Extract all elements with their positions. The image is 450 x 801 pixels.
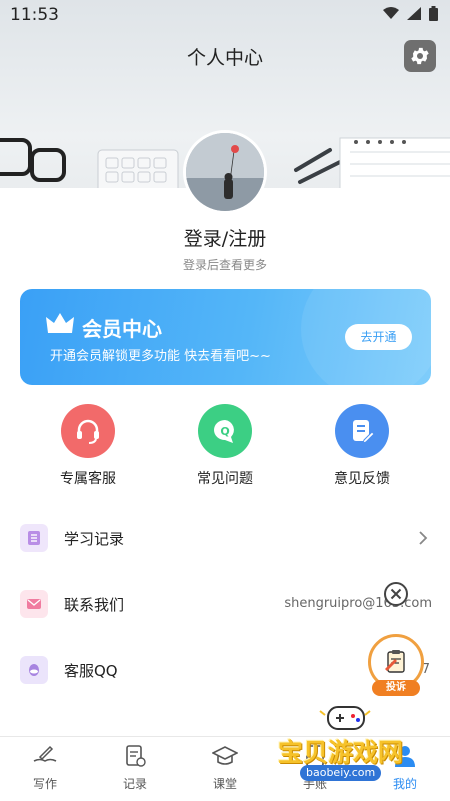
graduation-cap-icon — [211, 746, 239, 765]
watermark-url: baobeiy.com — [300, 765, 382, 781]
status-time: 11:53 — [10, 5, 59, 25]
avatar[interactable] — [183, 130, 267, 214]
wifi-icon — [383, 7, 399, 19]
gear-icon — [411, 47, 429, 65]
edit-document-icon — [335, 404, 389, 458]
quick-action-label: 专属客服 — [60, 471, 116, 487]
complain-label: 投诉 — [372, 680, 420, 696]
page-title: 个人中心 — [186, 47, 263, 69]
vip-banner[interactable]: 会员中心 开通会员解锁更多功能 快去看看吧~~ 去开通 — [20, 289, 431, 385]
settings-button[interactable] — [404, 40, 436, 72]
status-icons — [383, 6, 438, 21]
chevron-right-icon — [419, 531, 428, 545]
watermark-text: 宝贝游戏网 — [278, 738, 404, 767]
battery-icon — [429, 6, 438, 21]
quick-action-label: 意见反馈 — [334, 471, 390, 487]
close-float-icon[interactable] — [383, 581, 409, 607]
tab-label: 记录 — [122, 777, 147, 791]
mail-icon — [20, 590, 48, 618]
open-vip-button[interactable]: 去开通 — [345, 324, 412, 350]
menu-row-study-records[interactable]: 学习记录 — [0, 516, 450, 562]
quick-action-feedback[interactable]: 意见反馈 — [307, 404, 417, 488]
status-bar: 11:53 — [0, 0, 450, 30]
site-watermark: 宝贝游戏网 baobeiy.com — [272, 703, 422, 793]
question-chat-icon: Q — [198, 404, 252, 458]
tab-records[interactable]: 记录 — [100, 743, 170, 792]
menu-row-label: 客服QQ — [64, 662, 118, 680]
quick-action-label: 常见问题 — [197, 471, 253, 487]
login-register-link[interactable]: 登录/注册 — [0, 224, 450, 251]
crown-icon — [46, 313, 74, 333]
contact-email: shengruipro@163.com — [284, 596, 432, 611]
qq-icon — [20, 656, 48, 684]
vip-subtitle: 开通会员解锁更多功能 快去看看吧~~ — [50, 349, 271, 364]
quick-action-support[interactable]: 专属客服 — [33, 404, 143, 488]
menu-row-label: 学习记录 — [64, 530, 125, 548]
record-icon — [20, 524, 48, 552]
avatar-photo — [186, 133, 264, 211]
tab-label: 课堂 — [212, 777, 237, 791]
svg-text:Q: Q — [220, 425, 229, 438]
quick-action-faq[interactable]: Q 常见问题 — [170, 404, 280, 488]
book-pen-icon — [33, 745, 57, 762]
complain-floating-button[interactable]: 投诉 — [366, 634, 426, 698]
headset-icon — [61, 404, 115, 458]
notes-icon — [126, 745, 146, 767]
login-hint: 登录后查看更多 — [182, 258, 267, 272]
tab-label: 写作 — [32, 777, 57, 791]
tab-writing[interactable]: 写作 — [10, 743, 80, 792]
vip-title: 会员中心 — [82, 317, 162, 341]
tab-classroom[interactable]: 课堂 — [190, 743, 260, 792]
menu-row-label: 联系我们 — [64, 596, 125, 614]
signal-icon — [407, 7, 421, 20]
